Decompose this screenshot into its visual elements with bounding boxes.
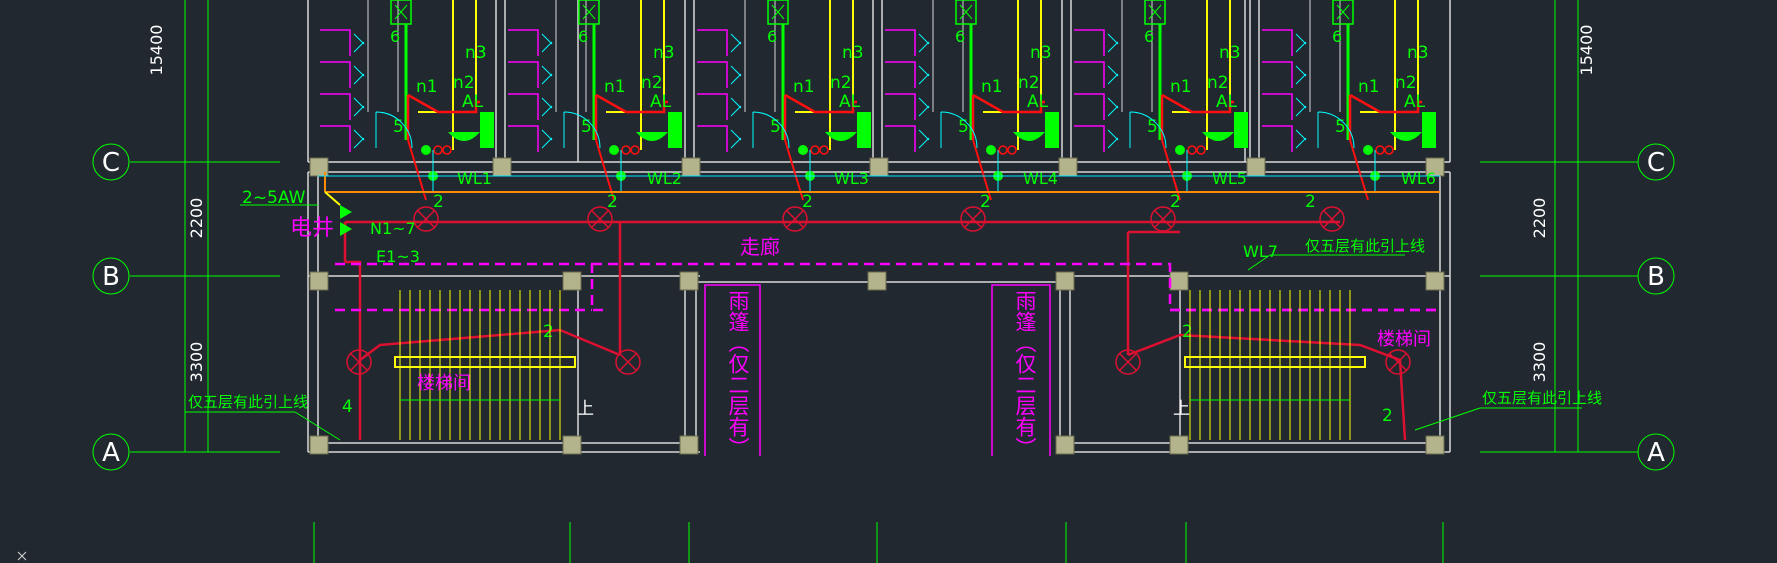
fixture-count-8: 2: [1182, 322, 1193, 342]
svg-text:6: 6: [578, 27, 588, 46]
fixture-count-4: 2: [980, 192, 991, 212]
dim-2200-left: 2200: [187, 198, 206, 239]
dim-15400-right: 15400: [1577, 25, 1596, 76]
shaft-label: 电井: [290, 216, 334, 241]
fixture-count-3: 2: [802, 192, 813, 212]
canopy-label-right: 雨篷（仅二层有）: [1013, 290, 1037, 458]
svg-text:n1: n1: [604, 77, 626, 97]
svg-text:6: 6: [767, 27, 777, 46]
fixture-count-7: 2: [543, 322, 554, 342]
fixture-count-6: 2: [1305, 192, 1316, 212]
svg-text:6: 6: [1332, 27, 1342, 46]
fixture-count-2: 2: [607, 192, 618, 212]
svg-text:A: A: [1647, 438, 1665, 468]
svg-text:仅五层有此引上线: 仅五层有此引上线: [188, 393, 308, 411]
svg-text:n2: n2: [641, 73, 663, 93]
svg-text:n3: n3: [1030, 43, 1052, 63]
svg-text:C: C: [102, 148, 120, 178]
svg-text:n2: n2: [453, 73, 475, 93]
outlet-label-n: N1~7: [370, 219, 416, 238]
svg-text:n1: n1: [793, 77, 815, 97]
svg-text:2~5AW: 2~5AW: [242, 188, 306, 208]
svg-text:C: C: [1647, 148, 1665, 178]
svg-text:AL: AL: [1404, 92, 1426, 112]
svg-text:AL: AL: [839, 92, 861, 112]
svg-text:n3: n3: [842, 43, 864, 63]
svg-text:WL7: WL7: [1243, 242, 1278, 261]
outlet-label-e: E1~3: [376, 247, 420, 266]
circuit-label-3: WL3: [834, 169, 869, 188]
svg-text:n1: n1: [1170, 77, 1192, 97]
svg-text:AL: AL: [650, 92, 672, 112]
dim-2200-right: 2200: [1530, 198, 1549, 239]
svg-text:n1: n1: [416, 77, 438, 97]
dim-3300-left: 3300: [187, 342, 206, 383]
stair-up-right: 上: [1173, 399, 1190, 419]
fixture-count-9: 4: [342, 397, 353, 417]
svg-text:n3: n3: [1407, 43, 1429, 63]
circuit-label-1: WL1: [457, 169, 492, 188]
circuit-label-2: WL2: [647, 169, 682, 188]
svg-text:n1: n1: [981, 77, 1003, 97]
svg-text:n3: n3: [1219, 43, 1241, 63]
svg-text:n2: n2: [830, 73, 852, 93]
fixture-count-5: 2: [1170, 192, 1181, 212]
corridor-label: 走廊: [740, 235, 780, 259]
svg-text:6: 6: [955, 27, 965, 46]
svg-text:AL: AL: [462, 92, 484, 112]
svg-text:n2: n2: [1395, 73, 1417, 93]
svg-text:B: B: [102, 262, 120, 292]
svg-text:n3: n3: [465, 43, 487, 63]
fixture-count-10: 2: [1382, 406, 1393, 426]
svg-text:n2: n2: [1207, 73, 1229, 93]
circuit-label-6: WL6: [1401, 169, 1436, 188]
svg-text:n2: n2: [1018, 73, 1040, 93]
fixture-count-1: 2: [433, 192, 444, 212]
svg-text:n1: n1: [1358, 77, 1380, 97]
stair-up-left: 上: [577, 399, 594, 419]
svg-text:n3: n3: [653, 43, 675, 63]
svg-text:6: 6: [1144, 27, 1154, 46]
stair-label-right: 楼梯间: [1377, 329, 1431, 350]
svg-text:6: 6: [390, 27, 400, 46]
svg-text:仅五层有此引上线: 仅五层有此引上线: [1482, 389, 1602, 407]
svg-text:A: A: [102, 438, 120, 468]
svg-text:AL: AL: [1216, 92, 1238, 112]
svg-text:B: B: [1647, 262, 1665, 292]
canopy-label-left: 雨篷（仅二层有）: [726, 290, 750, 458]
circuit-label-5: WL5: [1212, 169, 1247, 188]
dim-15400-left: 15400: [147, 25, 166, 76]
svg-text:AL: AL: [1027, 92, 1049, 112]
dim-3300-right: 3300: [1530, 342, 1549, 383]
cad-floor-plan-canvas: C B A C B A 15400 2200 3300 15400 2200 3…: [0, 0, 1777, 563]
svg-text:仅五层有此引上线: 仅五层有此引上线: [1305, 237, 1425, 255]
stair-label-left: 楼梯间: [417, 373, 471, 394]
circuit-label-4: WL4: [1023, 169, 1058, 188]
